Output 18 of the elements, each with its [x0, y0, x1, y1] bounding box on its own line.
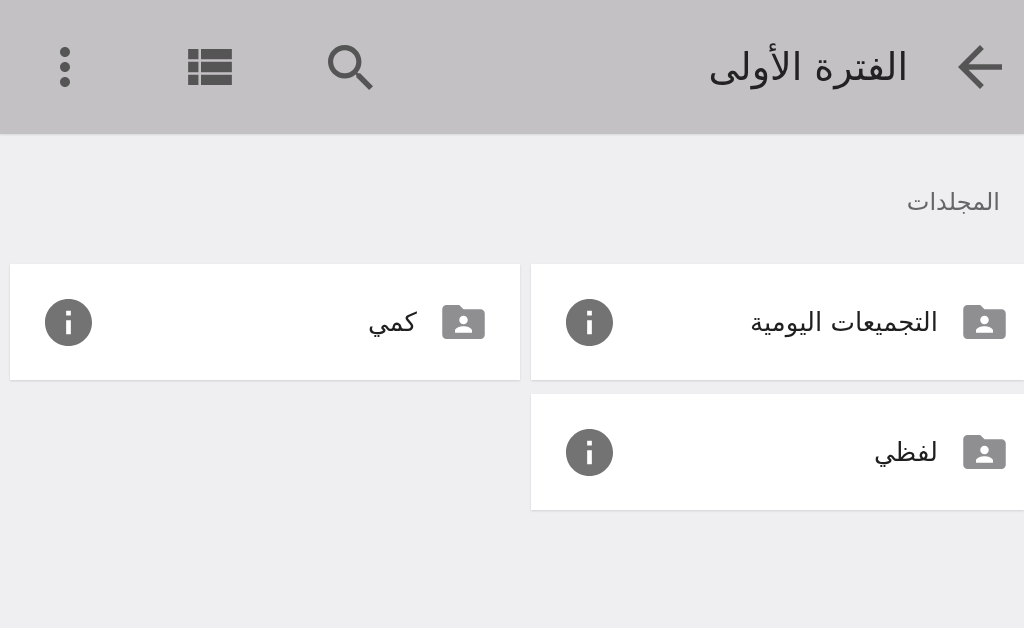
search-button[interactable]: [328, 44, 373, 90]
info-button[interactable]: [566, 298, 613, 346]
folder-card[interactable]: التجميعات اليومية: [531, 264, 1024, 380]
more-options-button[interactable]: [60, 47, 70, 87]
info-button[interactable]: [566, 428, 613, 476]
folder-name: لفظي: [873, 436, 938, 469]
page-title: الفترة الأولى: [708, 42, 908, 92]
shared-folder-icon: [442, 305, 485, 339]
list-view-button[interactable]: [188, 49, 232, 85]
folder-card[interactable]: لفظي: [531, 394, 1024, 510]
folder-card[interactable]: كمي: [10, 264, 520, 380]
info-button[interactable]: [45, 298, 92, 346]
folder-name: التجميعات اليومية: [750, 306, 938, 340]
shared-folder-icon: [963, 305, 1006, 339]
section-heading: المجلدات: [906, 187, 1000, 218]
folder-name: كمي: [367, 306, 417, 339]
shared-folder-icon: [963, 435, 1006, 469]
back-button[interactable]: [958, 45, 1002, 89]
